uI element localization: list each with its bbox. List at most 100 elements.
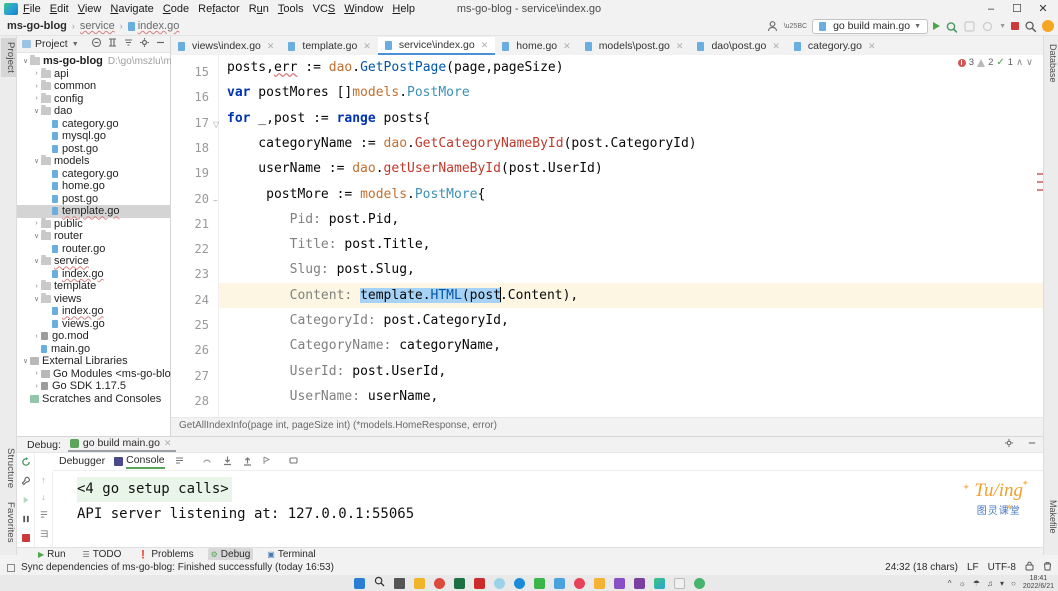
tree-node[interactable]: index.go	[17, 305, 170, 318]
tree-node[interactable]: post.go	[17, 143, 170, 156]
menu-file[interactable]: File	[23, 3, 41, 15]
chevron-right-icon[interactable]: ›	[32, 83, 41, 90]
rail-tab-database[interactable]: Database	[1043, 40, 1058, 87]
scroll-down-icon[interactable]: ↓	[41, 492, 46, 502]
tree-node[interactable]: category.go	[17, 118, 170, 131]
tree-node[interactable]: ›template	[17, 280, 170, 293]
editor-tab[interactable]: category.go✕	[787, 37, 883, 55]
scroll-up-icon[interactable]: ↑	[41, 475, 46, 485]
chevron-down-icon[interactable]: ▼	[914, 23, 921, 30]
chevron-right-icon[interactable]: ›	[32, 70, 41, 77]
code-line[interactable]: posts,err := dao.GetPostPage(page,pageSi…	[219, 55, 1051, 80]
editor-tab[interactable]: home.go✕	[495, 37, 577, 55]
menu-navigate[interactable]: Navigate	[110, 3, 153, 15]
tree-node[interactable]: ∨service	[17, 255, 170, 268]
collapse-all-icon[interactable]	[91, 37, 102, 51]
tree-node[interactable]: category.go	[17, 168, 170, 181]
menu-code[interactable]: Code	[163, 3, 189, 15]
code-line[interactable]: postMore := models.PostMore{	[219, 182, 1051, 207]
code-line[interactable]: var postMores []models.PostMore	[219, 80, 1051, 105]
update-icon[interactable]	[1042, 20, 1054, 32]
tree-node[interactable]: ∨router	[17, 230, 170, 243]
edge-legacy-icon[interactable]	[494, 578, 505, 589]
run-to-cursor-icon[interactable]	[262, 455, 273, 469]
debug-icon[interactable]	[945, 20, 958, 33]
pause-icon[interactable]	[21, 514, 31, 527]
file-encoding[interactable]: UTF-8	[988, 562, 1016, 573]
tree-node[interactable]: index.go	[17, 268, 170, 281]
tree-node[interactable]: ∨ms-go-blogD:\go\mszlu\ms-go-blog	[17, 55, 170, 68]
code-editor[interactable]: 1516171819202122232425262728▽− posts,err…	[171, 55, 1051, 417]
stop-icon[interactable]	[1011, 22, 1019, 30]
tree-node[interactable]: Scratches and Consoles	[17, 393, 170, 406]
chevron-down-icon[interactable]: ∨	[32, 232, 41, 240]
wechat-icon[interactable]	[534, 578, 545, 589]
code-line[interactable]: CategoryName: categoryName,	[219, 333, 1051, 358]
step-into-icon[interactable]	[222, 455, 233, 469]
ai-icon[interactable]	[634, 578, 645, 589]
menu-refactor[interactable]: Refactor	[198, 3, 240, 15]
menu-window[interactable]: Window	[344, 3, 383, 15]
tree-node[interactable]: ›common	[17, 80, 170, 93]
tool-button-debug[interactable]: ⚙Debug	[208, 548, 254, 561]
code-line[interactable]: Pid: post.Pid,	[219, 207, 1051, 232]
close-icon[interactable]: ✕	[868, 41, 876, 52]
chevron-down-icon[interactable]: ∨	[21, 57, 30, 65]
editor-tab[interactable]: service\index.go✕	[378, 37, 495, 55]
notes-icon[interactable]	[594, 578, 605, 589]
project-tree[interactable]: ∨ms-go-blogD:\go\mszlu\ms-go-blog›api›co…	[17, 53, 170, 405]
menu-run[interactable]: Run	[249, 3, 269, 15]
breadcrumb-service[interactable]: service	[80, 20, 115, 32]
chevron-down-icon[interactable]: ∨	[32, 107, 41, 115]
code-line[interactable]: UserName: userName,	[219, 384, 1051, 409]
goland-icon[interactable]	[654, 578, 665, 589]
sort-icon[interactable]	[123, 37, 134, 51]
taskbar-clock[interactable]: 18:41 2022/6/21	[1023, 575, 1054, 591]
run-configuration-selector[interactable]: go build main.go ▼	[812, 19, 928, 34]
breadcrumb-file[interactable]: index.go	[138, 20, 180, 32]
previous-highlight-button[interactable]: ∧	[1016, 57, 1023, 68]
chevron-up-icon[interactable]: ^	[948, 579, 952, 588]
opera-icon[interactable]	[574, 578, 585, 589]
tree-node[interactable]: ›Go SDK 1.17.5	[17, 380, 170, 393]
rerun-icon[interactable]	[21, 457, 31, 470]
code-line[interactable]: Slug: post.Slug,	[219, 257, 1051, 282]
tree-node[interactable]: ›api	[17, 68, 170, 81]
close-icon[interactable]: ✕	[563, 41, 571, 52]
rail-tab-project[interactable]: Project	[1, 38, 16, 77]
search-icon[interactable]	[374, 576, 385, 590]
tab-console[interactable]: Console	[126, 454, 165, 469]
tree-node[interactable]: ∨views	[17, 293, 170, 306]
tree-node[interactable]: ∨dao	[17, 105, 170, 118]
menu-bar[interactable]: File Edit View Navigate Code Refactor Ru…	[23, 3, 415, 15]
tab-debugger[interactable]: Debugger	[59, 455, 105, 468]
tree-node[interactable]: main.go	[17, 343, 170, 356]
close-icon[interactable]: ✕	[772, 41, 780, 52]
print-icon[interactable]	[288, 455, 299, 469]
stop-icon[interactable]	[22, 533, 30, 545]
safety-icon[interactable]: ☂	[973, 579, 980, 588]
chevron-down-icon[interactable]: ▼	[72, 41, 79, 48]
editor-tab[interactable]: template.go✕	[281, 37, 377, 55]
editor-tab[interactable]: views\index.go✕	[171, 37, 281, 55]
chevron-right-icon[interactable]: ›	[32, 220, 41, 227]
code-line[interactable]: UserId: post.UserId,	[219, 359, 1051, 384]
tree-node[interactable]: views.go	[17, 318, 170, 331]
tree-node[interactable]: ›Go Modules <ms-go-blog>	[17, 368, 170, 381]
tool-button-todo[interactable]: ☰TODO	[80, 548, 125, 561]
editor-tab-bar[interactable]: views\index.go✕template.go✕service\index…	[171, 36, 1051, 55]
code-fold-toggle[interactable]: −	[213, 196, 218, 205]
chevron-down-icon[interactable]: ∨	[32, 157, 41, 165]
close-button[interactable]: ✕	[1030, 2, 1056, 15]
ime-icon[interactable]: ○	[1011, 579, 1016, 588]
code-line[interactable]: Content: template.HTML(post.Content),	[219, 283, 1051, 308]
chevron-down-icon[interactable]: \u25BC	[784, 23, 807, 30]
acrobat-icon[interactable]	[474, 578, 485, 589]
code-line[interactable]: categoryName := dao.GetCategoryNameById(…	[219, 131, 1051, 156]
close-icon[interactable]: ✕	[481, 40, 489, 51]
qq-icon[interactable]	[554, 578, 565, 589]
tree-node[interactable]: ›config	[17, 93, 170, 106]
step-over-icon[interactable]	[202, 455, 213, 469]
lock-icon[interactable]	[1025, 561, 1034, 574]
explorer-icon[interactable]	[414, 578, 425, 589]
